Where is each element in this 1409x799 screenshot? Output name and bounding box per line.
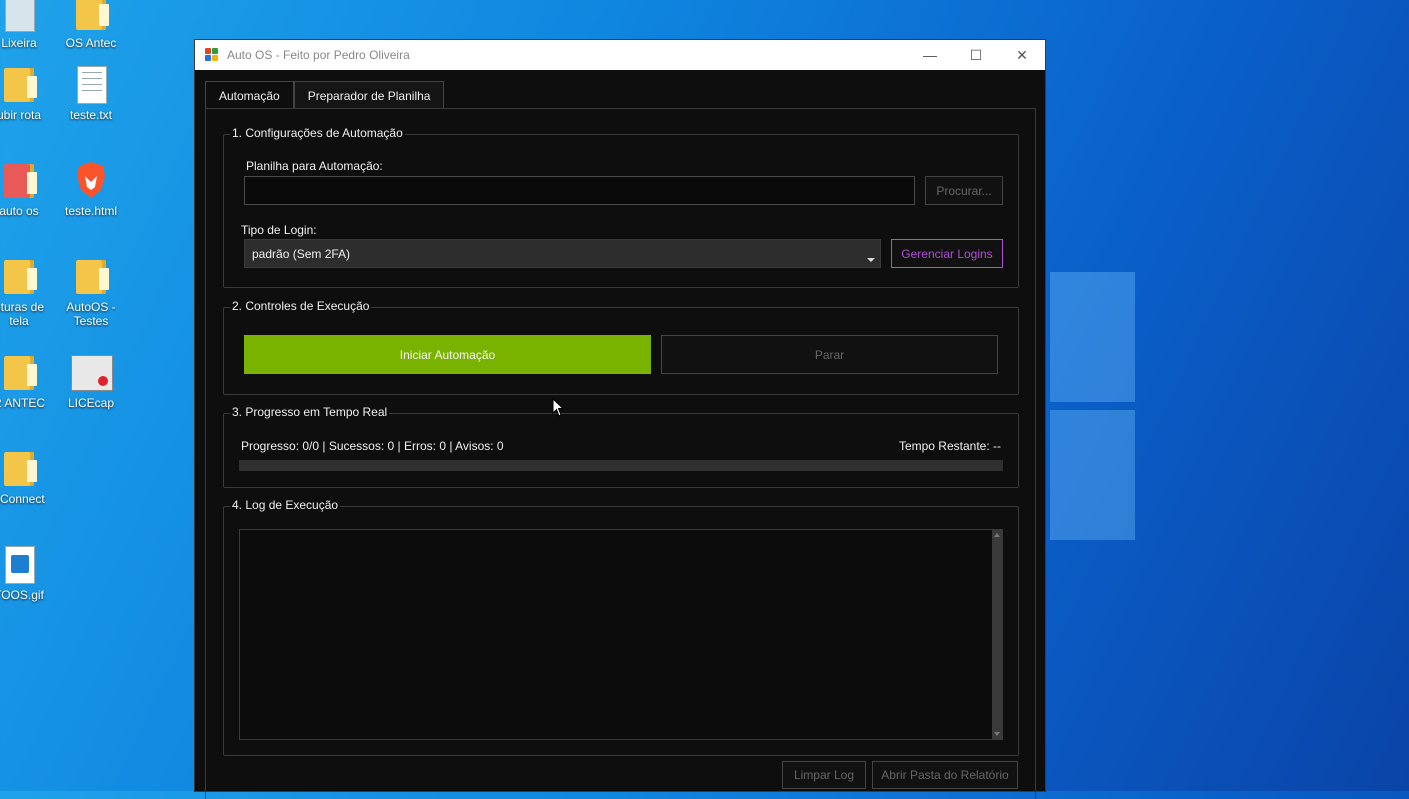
image-file-icon bbox=[2, 544, 36, 584]
log-group: 4. Log de Execução bbox=[223, 498, 1019, 756]
tab-automacao[interactable]: Automação bbox=[205, 81, 294, 109]
desktop-icon-subir-rota[interactable]: ubir rota bbox=[0, 64, 54, 122]
controls-group: 2. Controles de Execução Iniciar Automaç… bbox=[223, 299, 1019, 395]
browse-button[interactable]: Procurar... bbox=[925, 176, 1003, 205]
desktop-icon-label: teste.txt bbox=[69, 108, 113, 122]
desktop-icon-label: pturas de tela bbox=[0, 300, 45, 328]
desktop-icon-os-antec[interactable]: OS Antec bbox=[56, 0, 126, 50]
recycle-bin-icon bbox=[2, 0, 36, 32]
desktop-icon-licecap[interactable]: LICEcap bbox=[56, 352, 126, 410]
desktop-icon-label: oConnect bbox=[0, 492, 45, 506]
log-group-title: 4. Log de Execução bbox=[230, 498, 341, 512]
licecap-icon bbox=[71, 352, 113, 392]
folder-icon bbox=[74, 256, 109, 296]
log-output[interactable] bbox=[239, 529, 1003, 740]
controls-group-title: 2. Controles de Execução bbox=[230, 299, 372, 313]
desktop-icon-label: R ANTEC bbox=[0, 396, 45, 410]
desktop-icon-r-antec[interactable]: R ANTEC bbox=[0, 352, 54, 410]
window-title: Auto OS - Feito por Pedro Oliveira bbox=[227, 48, 410, 62]
maximize-button[interactable]: ☐ bbox=[953, 40, 999, 70]
login-type-select[interactable]: padrão (Sem 2FA) bbox=[244, 239, 881, 268]
time-remaining-text: Tempo Restante: -- bbox=[898, 439, 1001, 453]
stop-button[interactable]: Parar bbox=[661, 335, 998, 374]
folder-icon bbox=[2, 352, 37, 392]
desktop-icon-auto-os[interactable]: auto os bbox=[0, 160, 54, 218]
desktop-icon-recycle-bin[interactable]: Lixeira bbox=[0, 0, 54, 50]
manage-logins-button[interactable]: Gerenciar Logins bbox=[891, 239, 1003, 268]
desktop-icon-teste-html[interactable]: teste.html bbox=[56, 160, 126, 218]
tab-panel-automacao: 1. Configurações de Automação Planilha p… bbox=[205, 108, 1036, 799]
scroll-up-icon[interactable] bbox=[994, 533, 1000, 537]
desktop-icon-label: LICEcap bbox=[67, 396, 115, 410]
sheet-path-input[interactable] bbox=[244, 176, 915, 205]
folder-icon bbox=[2, 256, 37, 296]
folder-icon bbox=[2, 448, 37, 488]
windows-logo-pane bbox=[1050, 410, 1135, 540]
folder-icon bbox=[2, 160, 37, 200]
start-automation-button[interactable]: Iniciar Automação bbox=[244, 335, 651, 374]
desktop-icon-label: Lixeira bbox=[1, 36, 37, 50]
desktop-icon-label: OS Antec bbox=[65, 36, 117, 50]
minimize-button[interactable]: — bbox=[907, 40, 953, 70]
desktop-icon-label: teste.html bbox=[64, 204, 118, 218]
open-report-folder-button[interactable]: Abrir Pasta do Relatório bbox=[872, 761, 1018, 789]
close-button[interactable]: ✕ bbox=[999, 40, 1045, 70]
log-scrollbar[interactable] bbox=[992, 530, 1002, 739]
config-group-title: 1. Configurações de Automação bbox=[230, 126, 405, 140]
app-logo-icon bbox=[205, 48, 219, 62]
mouse-cursor-icon bbox=[552, 398, 565, 417]
desktop-icon-capturas[interactable]: pturas de tela bbox=[0, 256, 54, 328]
config-group: 1. Configurações de Automação Planilha p… bbox=[223, 126, 1019, 288]
tab-bar: Automação Preparador de Planilha bbox=[205, 81, 445, 109]
text-file-icon bbox=[74, 64, 108, 104]
desktop-icon-label: TOOS.gif bbox=[0, 588, 44, 602]
desktop-icon-oconnect[interactable]: oConnect bbox=[0, 448, 54, 506]
app-window: Auto OS - Feito por Pedro Oliveira — ☐ ✕… bbox=[195, 40, 1045, 799]
windows-logo-pane bbox=[1050, 272, 1135, 402]
progress-bar bbox=[239, 460, 1003, 471]
log-text bbox=[240, 530, 1002, 538]
desktop-icon-teste-txt[interactable]: teste.txt bbox=[56, 64, 126, 122]
desktop-icon-toos-gif[interactable]: TOOS.gif bbox=[0, 544, 54, 602]
desktop-icon-label: auto os bbox=[0, 204, 39, 218]
progress-group: 3. Progresso em Tempo Real Progresso: 0/… bbox=[223, 405, 1019, 488]
login-type-label: Tipo de Login: bbox=[241, 223, 317, 237]
progress-group-title: 3. Progresso em Tempo Real bbox=[230, 405, 390, 419]
clear-log-button[interactable]: Limpar Log bbox=[782, 761, 866, 789]
login-type-value: padrão (Sem 2FA) bbox=[252, 246, 351, 261]
desktop-icon-label: ubir rota bbox=[0, 108, 42, 122]
title-bar[interactable]: Auto OS - Feito por Pedro Oliveira — ☐ ✕ bbox=[195, 40, 1045, 70]
folder-icon bbox=[2, 64, 37, 104]
tab-preparador-planilha[interactable]: Preparador de Planilha bbox=[293, 81, 445, 109]
folder-icon bbox=[74, 0, 109, 32]
desktop-icon-autoos-testes[interactable]: AutoOS - Testes bbox=[56, 256, 126, 328]
sheet-label: Planilha para Automação: bbox=[246, 159, 383, 173]
scroll-down-icon[interactable] bbox=[994, 732, 1000, 736]
brave-browser-icon bbox=[74, 160, 108, 200]
progress-status-text: Progresso: 0/0 | Sucessos: 0 | Erros: 0 … bbox=[241, 439, 504, 453]
desktop-icon-label: AutoOS - Testes bbox=[66, 300, 116, 328]
dropdown-arrow-icon bbox=[867, 258, 875, 262]
